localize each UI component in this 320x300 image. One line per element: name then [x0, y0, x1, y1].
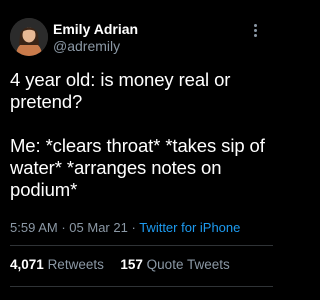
divider — [10, 245, 273, 246]
avatar[interactable] — [10, 18, 48, 56]
meta-separator: · — [131, 220, 136, 235]
quote-tweets-count: 157 — [120, 257, 143, 272]
quote-tweets-label: Quote Tweets — [146, 257, 230, 272]
author-display-name[interactable]: Emily Adrian — [53, 21, 138, 38]
tweet: Emily Adrian @adremily 4 year old: is mo… — [0, 0, 273, 300]
tweet-text-line-2: Me: *clears throat* *takes sip of water*… — [10, 135, 265, 200]
tweet-source-link[interactable]: Twitter for iPhone — [139, 220, 240, 235]
tweet-time[interactable]: 5:59 AM — [10, 220, 58, 235]
tweet-meta: 5:59 AM · 05 Mar 21 · Twitter for iPhone — [10, 220, 240, 236]
avatar-image — [10, 18, 48, 56]
author-names: Emily Adrian @adremily — [53, 21, 138, 55]
tweet-date[interactable]: 05 Mar 21 — [69, 220, 128, 235]
author-handle[interactable]: @adremily — [53, 38, 138, 55]
tweet-text-line-1: 4 year old: is money real or pretend? — [10, 69, 231, 112]
meta-separator: · — [61, 220, 66, 235]
more-vertical-icon[interactable] — [253, 24, 259, 40]
retweets-label: Retweets — [47, 257, 104, 272]
retweets-stat[interactable]: 4,071 Retweets — [10, 257, 108, 272]
tweet-header: Emily Adrian @adremily — [10, 18, 263, 58]
retweets-count: 4,071 — [10, 257, 44, 272]
quote-tweets-stat[interactable]: 157 Quote Tweets — [117, 257, 230, 272]
divider — [10, 286, 273, 287]
tweet-text: 4 year old: is money real or pretend? Me… — [10, 69, 266, 201]
tweet-stats: 4,071 Retweets 157 Quote Tweets — [10, 257, 230, 273]
